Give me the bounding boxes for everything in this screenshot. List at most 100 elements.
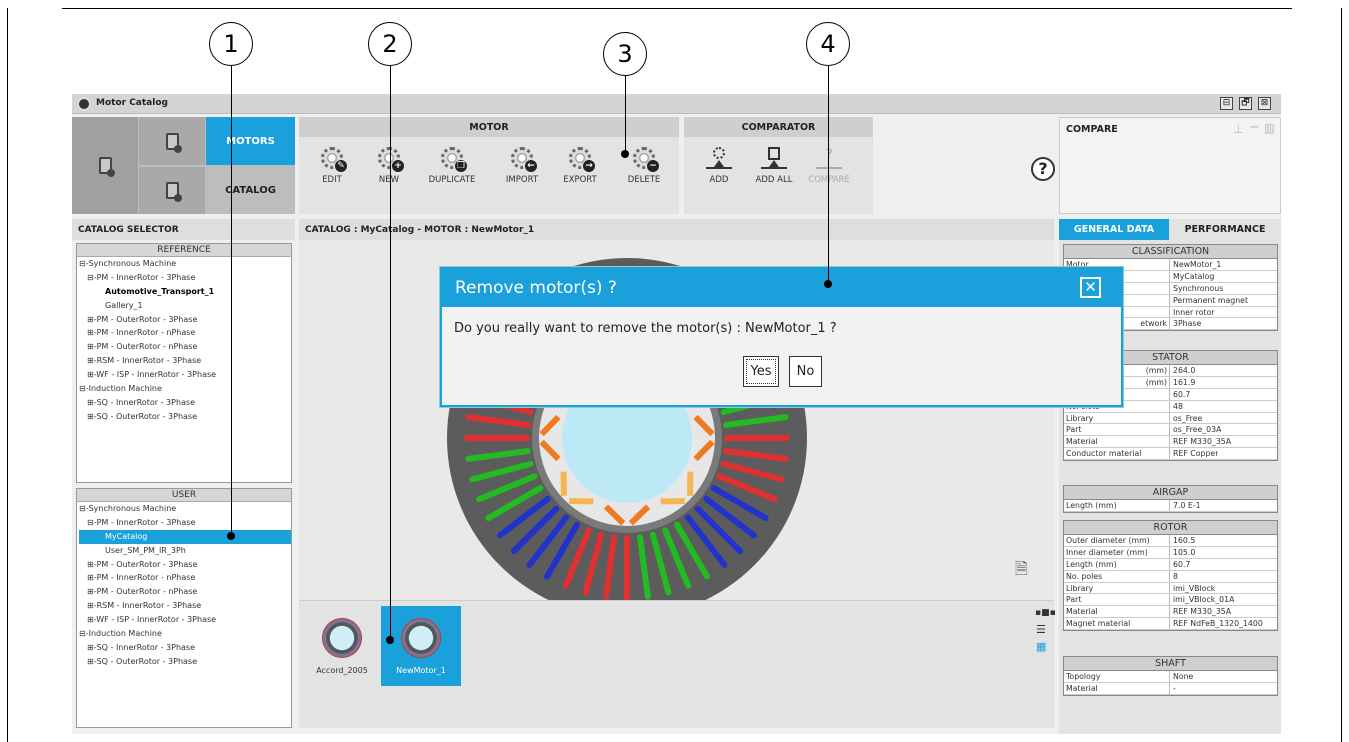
- motor-thumb-icon: [401, 618, 441, 658]
- rotor-table: ROTOR Outer diameter (mm) 160.5 Inner dia…: [1063, 520, 1278, 632]
- callout-2: 2: [368, 22, 412, 66]
- window-titlebar: Motor Catalog ⊟ 🗗 ⊠: [72, 94, 1281, 114]
- callout-3: 3: [603, 32, 647, 76]
- motors-tab[interactable]: MOTORS: [206, 117, 295, 165]
- remove-motor-dialog: Remove motor(s) ? ✕ Do you really want t…: [440, 267, 1123, 407]
- tree-item[interactable]: ⊟-Induction Machine: [79, 382, 291, 396]
- export-tool[interactable]: → EXPORT: [550, 147, 610, 185]
- tree-item[interactable]: ⊞-WF - ISP - InnerRotor - 3Phase: [79, 368, 291, 382]
- callout-4-line: [828, 66, 829, 284]
- tree-item[interactable]: ⊞-SQ - OuterRotor - 3Phase: [79, 410, 291, 424]
- tree-item[interactable]: ⊞-PM - OuterRotor - 3Phase: [79, 313, 291, 327]
- edit-label: EDIT: [322, 175, 342, 185]
- callout-1: 1: [209, 22, 253, 66]
- close-window-button[interactable]: ⊠: [1258, 97, 1271, 110]
- tree-item[interactable]: ⊞-PM - OuterRotor - nPhase: [79, 340, 291, 354]
- thumbnail-newmotor[interactable]: NewMotor_1: [381, 606, 461, 686]
- tree-item[interactable]: User_SM_PM_IR_3Ph: [79, 544, 291, 558]
- tree-item[interactable]: ⊟-PM - InnerRotor - 3Phase: [79, 516, 291, 530]
- tree-item[interactable]: ⊞-PM - InnerRotor - nPhase: [79, 571, 291, 585]
- catalog-tab[interactable]: CATALOG: [206, 167, 295, 214]
- gear-delete-icon: −: [633, 147, 659, 172]
- minimize-button[interactable]: ⊟: [1220, 97, 1233, 110]
- view-slider-icon[interactable]: ▪■▪: [1035, 608, 1056, 618]
- rotor-magnet: [660, 498, 685, 505]
- gear-export-icon: →: [569, 147, 595, 172]
- tree-item[interactable]: ⊞-SQ - InnerRotor - 3Phase: [79, 396, 291, 410]
- grid-view-icon[interactable]: ▦: [1036, 640, 1046, 653]
- rotor-magnet: [560, 471, 567, 496]
- callout-1-dot: [227, 532, 235, 540]
- new-tool[interactable]: + NEW: [359, 147, 419, 185]
- callout-3-dot: [621, 150, 629, 158]
- user-tree: USER ⊟-Synchronous Machine ⊟-PM - InnerR…: [76, 488, 292, 728]
- scale-add-icon: [706, 147, 732, 169]
- document-add-icon: [165, 132, 182, 153]
- table-row: Part os_Free_03A: [1064, 424, 1277, 437]
- tree-item[interactable]: Gallery_1: [79, 299, 291, 313]
- import-tool[interactable]: ← IMPORT: [492, 147, 552, 185]
- duplicate-tool[interactable]: ❐ DUPLICATE: [422, 147, 482, 185]
- tab-performance[interactable]: PERFORMANCE: [1169, 219, 1281, 240]
- restore-button[interactable]: 🗗: [1239, 97, 1252, 110]
- table-row: Material REF M330_35A: [1064, 606, 1277, 619]
- data-tabs: GENERAL DATA PERFORMANCE: [1059, 219, 1281, 240]
- list-view-icon[interactable]: ☰: [1036, 623, 1046, 636]
- tree-item[interactable]: ⊞-PM - OuterRotor - 3Phase: [79, 558, 291, 572]
- table-row: Length (mm) 7.0 E-1: [1064, 500, 1277, 512]
- tree-item[interactable]: ⊟-Synchronous Machine: [79, 257, 291, 271]
- export-label: EXPORT: [563, 175, 597, 185]
- tree-item[interactable]: ⊞-WF - ISP - InnerRotor - 3Phase: [79, 613, 291, 627]
- dialog-message: Do you really want to remove the motor(s…: [454, 321, 837, 336]
- yes-button[interactable]: Yes: [743, 356, 779, 387]
- catalog-large-tile[interactable]: [72, 117, 138, 214]
- tree-item[interactable]: ⊞-RSM - InnerRotor - 3Phase: [79, 354, 291, 368]
- tree-item[interactable]: ⊟-Synchronous Machine: [79, 502, 291, 516]
- new-label: NEW: [378, 175, 400, 185]
- rotor-magnet: [687, 471, 694, 496]
- add-catalog-tile[interactable]: [139, 117, 205, 165]
- document-icon[interactable]: 🗎: [1015, 558, 1028, 585]
- table-row: Inner diameter (mm) 105.0: [1064, 546, 1277, 559]
- reference-header: REFERENCE: [77, 244, 291, 257]
- compare-minus-icon[interactable]: −: [1249, 120, 1260, 135]
- shaft-header: SHAFT: [1064, 657, 1277, 671]
- callout-4-dot: [824, 280, 832, 288]
- thumbnail-label: Accord_2005: [316, 666, 368, 675]
- catalog-tile[interactable]: [139, 167, 205, 214]
- tree-item[interactable]: ⊞-SQ - OuterRotor - 3Phase: [79, 655, 291, 669]
- tree-item[interactable]: ⊞-PM - InnerRotor - nPhase: [79, 326, 291, 340]
- tab-general-data[interactable]: GENERAL DATA: [1059, 219, 1169, 240]
- compare-tool[interactable]: ?COMPARE: [799, 147, 859, 185]
- help-button[interactable]: ?: [1031, 157, 1055, 181]
- table-row: Conductor material REF Copper: [1064, 448, 1277, 461]
- tree-item[interactable]: ⊟-Induction Machine: [79, 627, 291, 641]
- thumbnail-accord[interactable]: Accord_2005: [302, 606, 382, 686]
- callout-4: 4: [806, 22, 850, 66]
- thumbnail-strip: Accord_2005 NewMotor_1 ▪■▪ ☰ ▦: [299, 600, 1056, 728]
- user-header: USER: [77, 489, 291, 502]
- compare-remove-icon[interactable]: ⊥: [1233, 122, 1243, 136]
- import-label: IMPORT: [505, 175, 539, 185]
- dialog-close-button[interactable]: ✕: [1080, 277, 1101, 298]
- tree-item[interactable]: Automotive_Transport_1: [79, 285, 291, 299]
- gear-import-icon: ←: [511, 147, 537, 172]
- frame-left: [7, 8, 8, 742]
- tree-item[interactable]: ⊞-SQ - InnerRotor - 3Phase: [79, 641, 291, 655]
- table-row: Magnet material REF NdFeB_1320_1400: [1064, 618, 1277, 631]
- edit-tool[interactable]: ✎ EDIT: [302, 147, 362, 185]
- add-tool[interactable]: ADD: [689, 147, 749, 185]
- table-row: Topology None: [1064, 671, 1277, 683]
- gear-edit-icon: ✎: [321, 147, 347, 172]
- tree-item[interactable]: ⊟-PM - InnerRotor - 3Phase: [79, 271, 291, 285]
- tree-item-selected[interactable]: MyCatalog: [79, 529, 291, 544]
- callout-3-line: [625, 76, 626, 154]
- breadcrumb: CATALOG : MyCatalog - MOTOR : NewMotor_1: [299, 219, 1054, 240]
- comparator-toolbar-title: COMPARATOR: [684, 117, 873, 137]
- tree-item[interactable]: ⊞-PM - OuterRotor - nPhase: [79, 585, 291, 599]
- no-button[interactable]: No: [789, 356, 822, 387]
- delete-label: DELETE: [627, 175, 661, 185]
- tree-item[interactable]: ⊞-RSM - InnerRotor - 3Phase: [79, 599, 291, 613]
- add-all-tool[interactable]: ADD ALL: [744, 147, 804, 185]
- compare-trash-icon[interactable]: ▥: [1264, 121, 1275, 135]
